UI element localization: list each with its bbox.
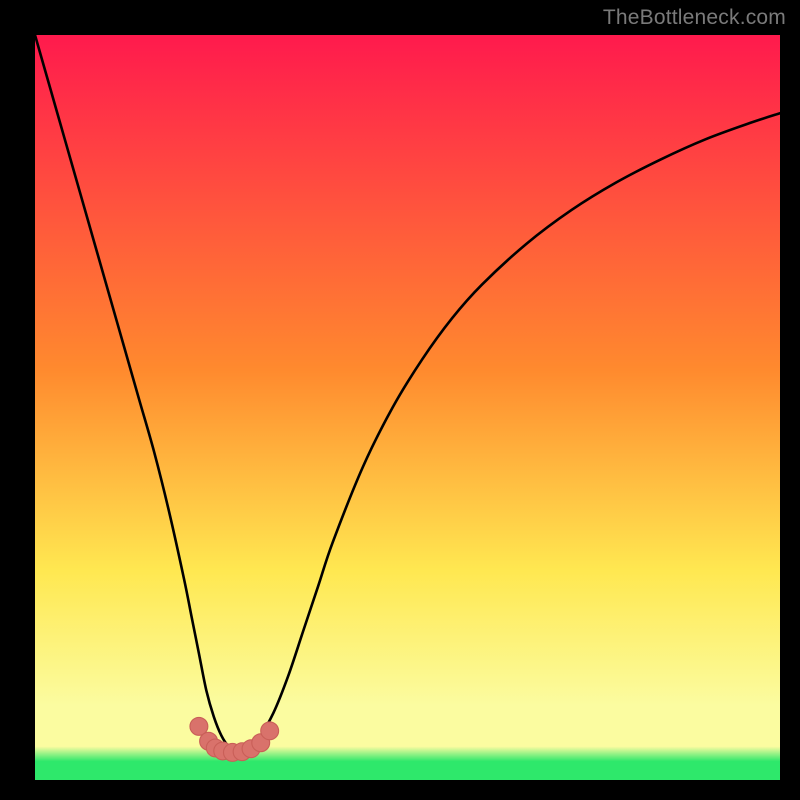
plot-area [35, 35, 780, 780]
curve-marker [261, 722, 279, 740]
curve-layer [35, 35, 780, 780]
curve-markers [190, 717, 279, 761]
bottleneck-curve [35, 35, 780, 751]
watermark-text: TheBottleneck.com [603, 6, 786, 30]
chart-frame: TheBottleneck.com [0, 0, 800, 800]
